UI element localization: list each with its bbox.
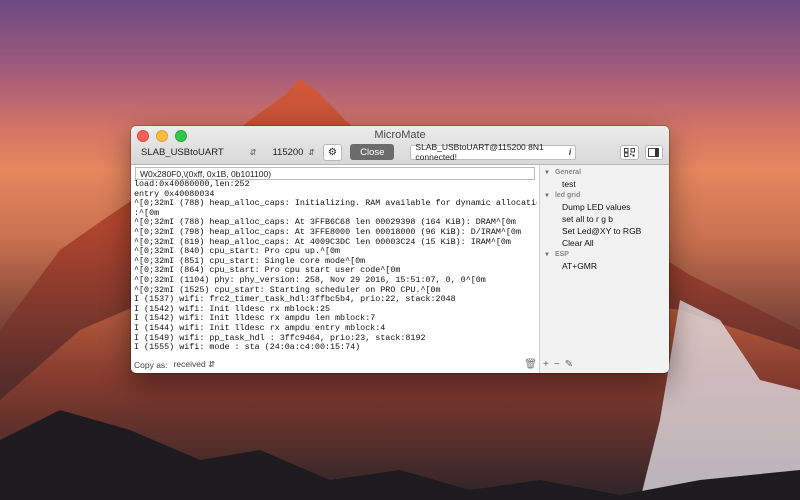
- port-select[interactable]: SLAB_USBtoUART ⇵: [137, 144, 260, 160]
- remove-command-button[interactable]: −: [554, 359, 560, 370]
- disclosure-triangle-icon[interactable]: ▼: [544, 252, 550, 258]
- info-icon[interactable]: i: [569, 147, 572, 157]
- disclosure-triangle-icon[interactable]: ▼: [544, 170, 550, 176]
- edit-icon[interactable]: ✎: [565, 359, 573, 370]
- sidebar-command-item[interactable]: Set Led@XY to RGB: [540, 225, 669, 237]
- copy-as-value: received: [173, 359, 206, 369]
- baud-select[interactable]: 115200 ⇵: [268, 144, 318, 160]
- sidebar-group-label: ESP: [554, 251, 569, 258]
- port-select-value: SLAB_USBtoUART: [141, 146, 224, 158]
- connection-status-field: SLAB_USBtoUART@115200 8N1 connected! i: [410, 142, 577, 162]
- chevron-updown-icon: ⇵: [308, 147, 315, 157]
- copy-as-label: Copy as:: [134, 359, 168, 370]
- log-line: I (1555) wifi: mode : sta (24:0a:c4:00:1…: [134, 342, 361, 353]
- log-line: ^[0;32mI (788) heap_alloc_caps: Initiali…: [134, 198, 537, 209]
- console-pane: W0x280F0,\(0xff, 0x1B, 0b101100) load:0x…: [131, 165, 540, 373]
- disclosure-triangle-icon[interactable]: ▼: [544, 193, 550, 199]
- title-bar: MicroMate SLAB_USBtoUART ⇵ 115200 ⇵ ⚙ Cl…: [131, 126, 669, 165]
- sidebar-command-item[interactable]: test: [540, 178, 669, 190]
- baud-select-value: 115200: [272, 146, 304, 158]
- commands-sidebar: ▼ General test ▼ led grid Dump LED values set …: [540, 165, 669, 373]
- sidebar-command-item[interactable]: Clear All: [540, 237, 669, 249]
- sidebar-command-item[interactable]: AT+GMR: [540, 260, 669, 272]
- chevron-updown-icon: ⇵: [249, 147, 257, 157]
- sidebar-group-header[interactable]: ▼ ESP: [544, 249, 669, 260]
- qr-code-button[interactable]: [620, 144, 639, 160]
- qr-code-icon: [624, 147, 635, 157]
- settings-button[interactable]: ⚙: [322, 143, 343, 161]
- app-window: MicroMate SLAB_USBtoUART ⇵ 115200 ⇵ ⚙ Cl…: [131, 126, 669, 373]
- toggle-sidebar-button[interactable]: [644, 144, 663, 160]
- main-content: W0x280F0,\(0xff, 0x1B, 0b101100) load:0x…: [131, 165, 669, 373]
- sidebar-group-header[interactable]: ▼ General: [544, 167, 669, 178]
- add-command-button[interactable]: +: [543, 359, 549, 370]
- console-footer: Copy as: received ⇵: [131, 356, 539, 373]
- sidebar-group-label: led grid: [554, 192, 581, 199]
- gear-icon: ⚙: [327, 146, 337, 158]
- toolbar: SLAB_USBtoUART ⇵ 115200 ⇵ ⚙ Close SLAB_U…: [137, 142, 663, 162]
- sidebar-group-header[interactable]: ▼ led grid: [544, 190, 669, 201]
- serial-log[interactable]: load:0x40080000,len:252 entry 0x40080034 ^…: [134, 180, 537, 356]
- window-title: MicroMate: [374, 129, 426, 141]
- sidebar-icon: [648, 147, 660, 157]
- connection-status-text: SLAB_USBtoUART@115200 8N1 connected!: [415, 142, 544, 162]
- copy-as-select[interactable]: received ⇵: [174, 359, 216, 370]
- sidebar-command-item[interactable]: set all to r g b: [540, 213, 669, 225]
- trash-icon[interactable]: 🗑: [524, 359, 537, 370]
- command-input[interactable]: W0x280F0,\(0xff, 0x1B, 0b101100): [135, 167, 535, 180]
- close-connection-button[interactable]: Close: [350, 144, 395, 160]
- chevron-updown-icon: ⇵: [208, 359, 216, 369]
- sidebar-group-label: General: [554, 169, 582, 176]
- sidebar-command-item[interactable]: Dump LED values: [540, 201, 669, 213]
- sidebar-footer: + − ✎: [540, 356, 669, 373]
